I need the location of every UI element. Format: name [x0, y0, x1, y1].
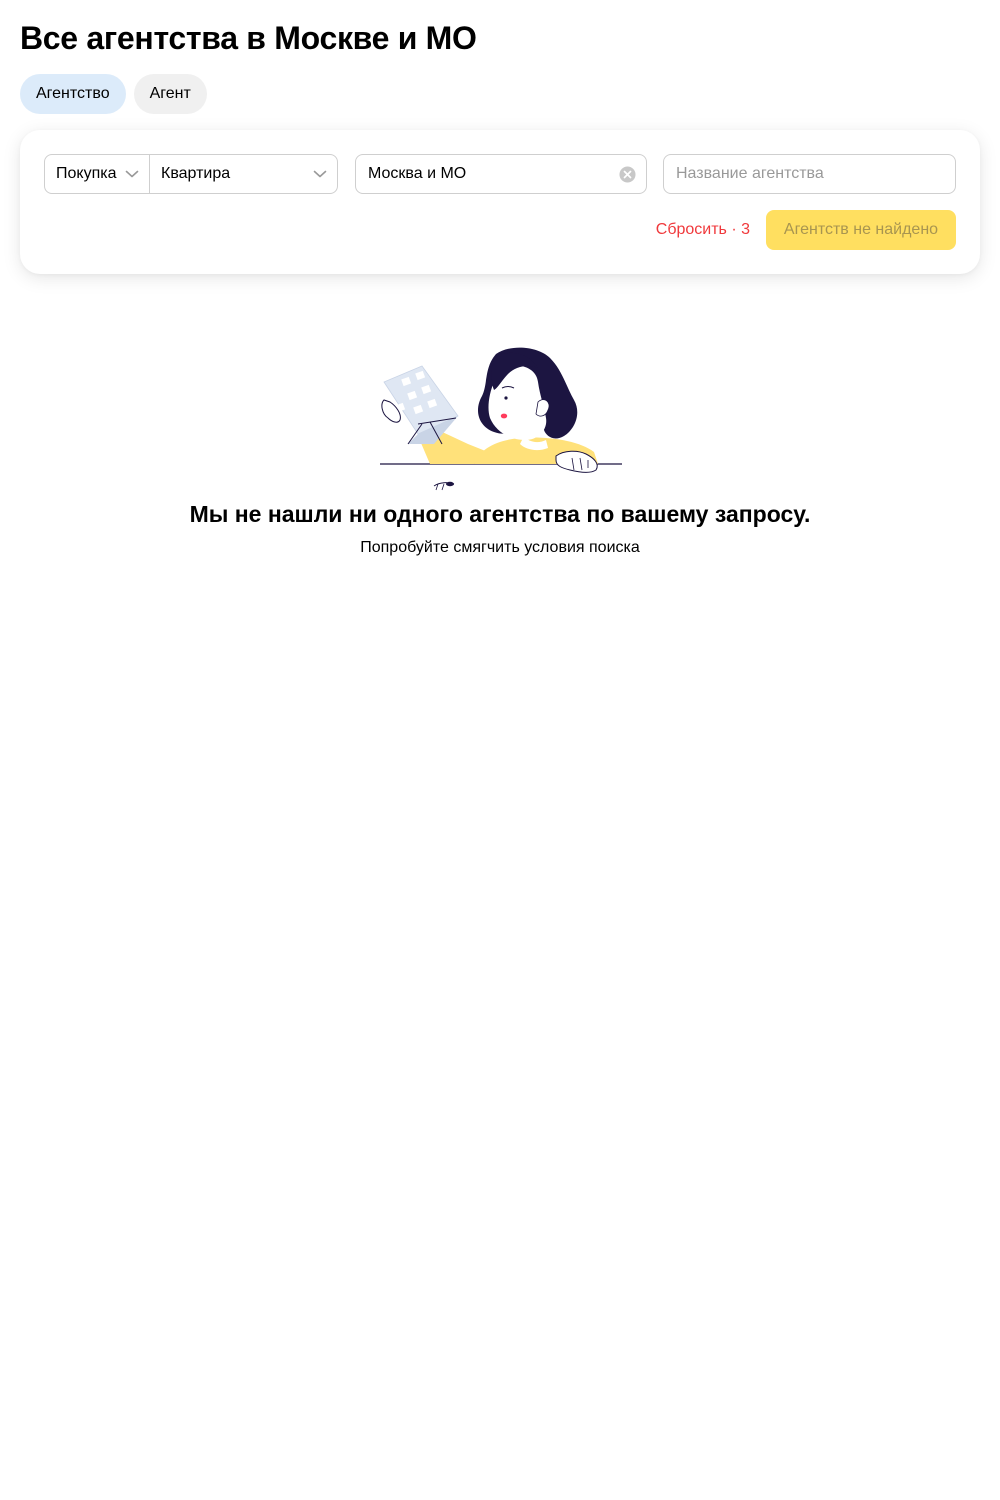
chevron-down-icon: [125, 170, 139, 178]
deal-type-value: Покупка: [56, 165, 117, 182]
deal-property-select-group: Покупка Квартира: [44, 154, 338, 194]
tabs: Агентство Агент: [20, 74, 207, 114]
tab-agent[interactable]: Агент: [133, 74, 207, 114]
empty-state-title: Мы не нашли ни одного агентства по вашем…: [189, 501, 811, 527]
property-type-select[interactable]: Квартира: [150, 155, 337, 193]
tab-agency[interactable]: Агентство: [20, 74, 126, 114]
property-type-value: Квартира: [161, 165, 231, 182]
agency-name-input[interactable]: [663, 154, 956, 194]
chevron-down-icon: [313, 170, 327, 178]
page-title: Все агентства в Москве и МО: [20, 20, 477, 56]
show-results-button[interactable]: Агентств не найдено: [766, 210, 956, 250]
building-icon: [383, 365, 459, 445]
reset-filters-link[interactable]: Сбросить · 3: [655, 210, 750, 250]
empty-state-illustration: [380, 347, 622, 491]
clear-icon[interactable]: [619, 166, 636, 183]
region-value: Москва и МО: [368, 165, 467, 182]
deal-type-select[interactable]: Покупка: [45, 155, 150, 193]
region-field[interactable]: Москва и МО: [355, 154, 647, 194]
filter-panel: Покупка Квартира Москва и МО Сбросить · …: [20, 130, 980, 274]
page: Все агентства в Москве и МО Агентство Аг…: [0, 0, 1000, 1500]
empty-state-subtitle: Попробуйте смягчить условия поиска: [360, 539, 640, 556]
